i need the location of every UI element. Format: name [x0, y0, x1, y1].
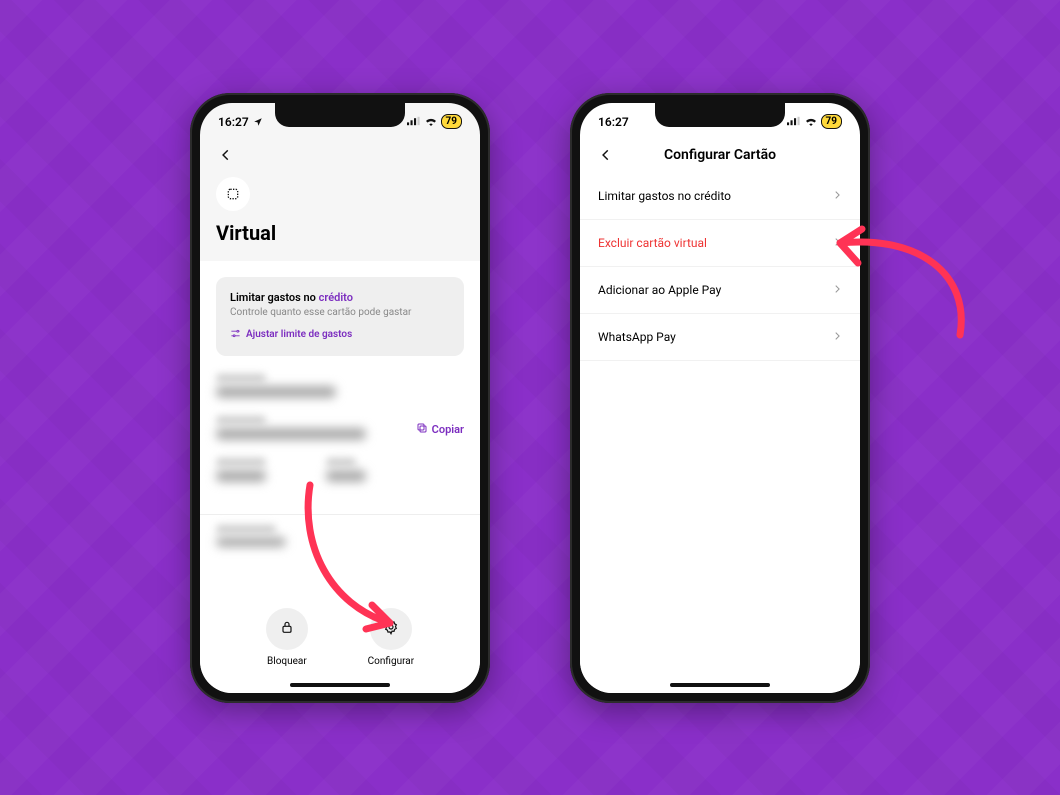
- card-type-title: Virtual: [216, 221, 464, 245]
- limit-line2: Controle quanto esse cartão pode gastar: [230, 307, 450, 318]
- row-label: Excluir cartão virtual: [598, 236, 707, 250]
- copy-label: Copiar: [432, 423, 464, 436]
- row-whatsapp-pay[interactable]: WhatsApp Pay: [580, 314, 860, 361]
- battery-indicator: 79: [821, 114, 842, 129]
- row-label: Limitar gastos no crédito: [598, 189, 731, 203]
- row-delete-virtual-card[interactable]: Excluir cartão virtual: [580, 220, 860, 267]
- row-label: Adicionar ao Apple Pay: [598, 283, 721, 297]
- chevron-right-icon: [832, 236, 842, 250]
- card-type-icon: [216, 177, 250, 211]
- sliders-icon: [230, 328, 241, 342]
- signal-icon: [407, 115, 421, 129]
- chevron-right-icon: [832, 189, 842, 203]
- location-icon: [253, 117, 263, 127]
- adjust-limit-label: Ajustar limite de gastos: [246, 329, 352, 340]
- back-button[interactable]: [214, 143, 238, 167]
- phone-screen-2: 16:27 79 Configurar Cartão Limitar gasto…: [580, 103, 860, 693]
- limit-spending-card[interactable]: Limitar gastos no crédito Controle quant…: [216, 277, 464, 356]
- chevron-right-icon: [832, 283, 842, 297]
- row-add-apple-pay[interactable]: Adicionar ao Apple Pay: [580, 267, 860, 314]
- battery-level: 79: [446, 116, 457, 127]
- adjust-limit-link[interactable]: Ajustar limite de gastos: [230, 328, 450, 342]
- home-indicator: [290, 683, 390, 687]
- nav-bar: [200, 137, 480, 173]
- battery-level: 79: [826, 116, 837, 127]
- configure-card-button[interactable]: Configurar: [368, 608, 414, 667]
- block-card-button[interactable]: Bloquear: [266, 608, 308, 667]
- block-label: Bloquear: [267, 656, 307, 667]
- page-title: Configurar Cartão: [594, 147, 846, 163]
- row-limit-spending[interactable]: Limitar gastos no crédito: [580, 173, 860, 220]
- status-time: 16:27: [218, 115, 249, 129]
- notch: [655, 103, 785, 127]
- configure-label: Configurar: [368, 656, 414, 667]
- divider: [200, 514, 480, 515]
- limit-line1-pre: Limitar gastos no: [230, 291, 319, 304]
- lock-icon: [279, 619, 295, 638]
- chevron-right-icon: [832, 330, 842, 344]
- limit-line1-credit: crédito: [319, 291, 353, 304]
- phone-mockup-2: 16:27 79 Configurar Cartão Limitar gasto…: [570, 93, 870, 703]
- signal-icon: [787, 115, 801, 129]
- phone-screen-1: 16:27 79: [200, 103, 480, 693]
- phone-mockup-1: 16:27 79: [190, 93, 490, 703]
- copy-button[interactable]: Copiar: [416, 422, 464, 437]
- row-label: WhatsApp Pay: [598, 330, 676, 344]
- card-details-blurred: Copiar: [216, 374, 464, 500]
- notch: [275, 103, 405, 127]
- status-time: 16:27: [598, 115, 629, 129]
- home-indicator: [670, 683, 770, 687]
- wifi-icon: [424, 115, 438, 129]
- battery-indicator: 79: [441, 114, 462, 129]
- gear-icon: [383, 619, 399, 638]
- copy-icon: [416, 422, 428, 437]
- nav-bar: Configurar Cartão: [580, 137, 860, 173]
- wifi-icon: [804, 115, 818, 129]
